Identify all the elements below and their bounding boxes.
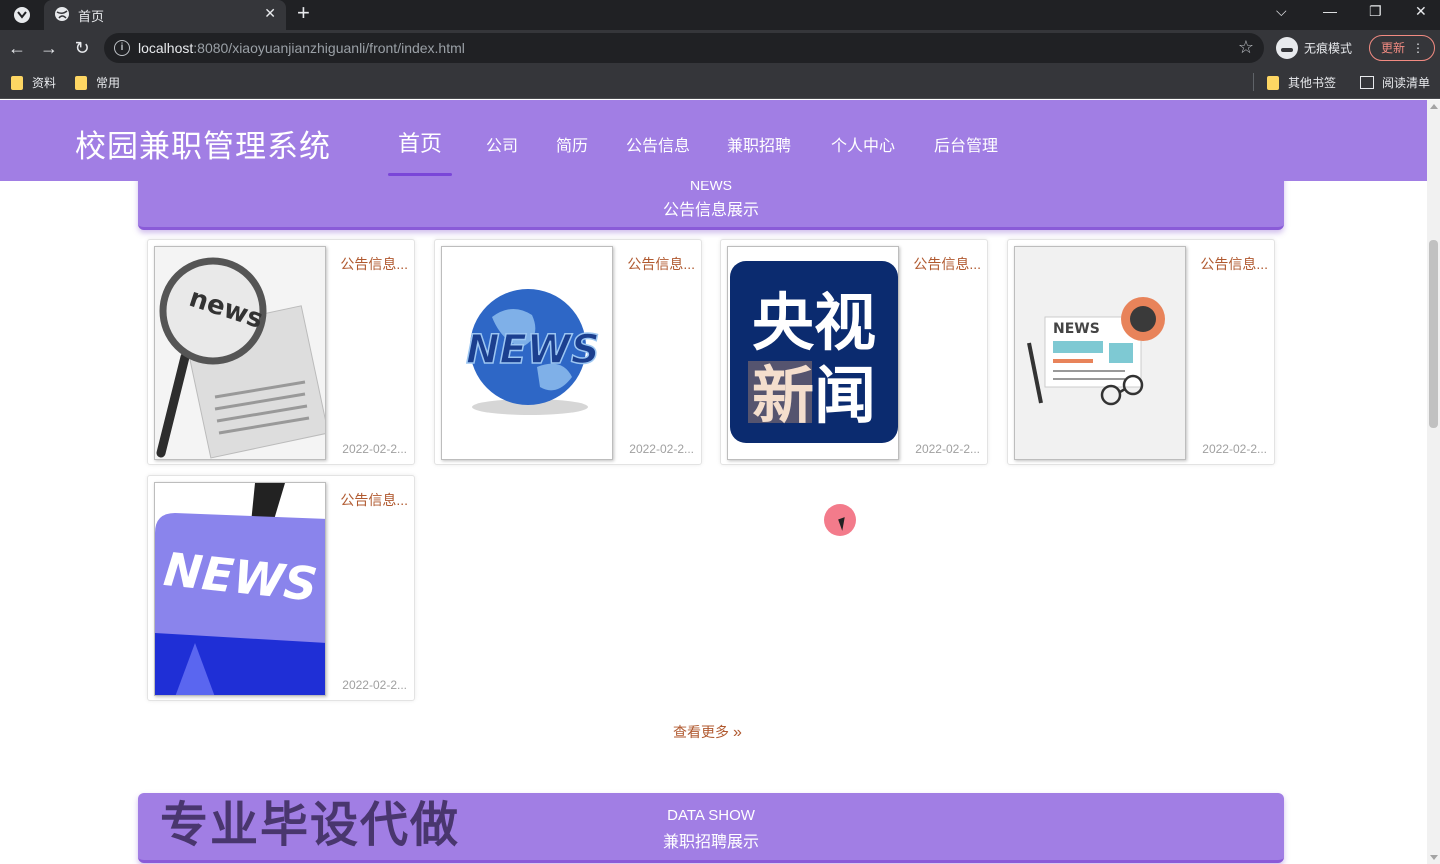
nav-admin[interactable]: 后台管理 [934, 132, 998, 156]
scroll-down-arrow-icon[interactable] [1430, 855, 1438, 860]
card-date: 2022-02-2... [342, 678, 407, 692]
close-window-button[interactable]: ✕ [1415, 3, 1427, 20]
nav-jobs[interactable]: 兼职招聘 [727, 132, 791, 156]
folder-icon [11, 75, 23, 90]
data-section-en-title: DATA SHOW [667, 807, 755, 824]
browser-tabbar: 首页 ✕ + ⌵ — ❐ ✕ [0, 0, 1440, 30]
view-more-link[interactable]: 查看更多» [673, 722, 742, 742]
restore-button[interactable]: ❐ [1369, 3, 1382, 20]
globe-favicon-icon [55, 7, 69, 21]
news-card[interactable]: news 公告信息... 2022-02-2... [147, 239, 415, 465]
card-date: 2022-02-2... [629, 442, 694, 456]
incognito-icon [1276, 37, 1298, 59]
data-section-banner: 专业毕设代做 DATA SHOW 兼职招聘展示 [138, 793, 1284, 863]
reading-list-icon [1360, 76, 1374, 89]
svg-text:NEWS: NEWS [1053, 321, 1100, 337]
scroll-up-arrow-icon[interactable] [1430, 104, 1438, 109]
card-label: 公告信息... [340, 256, 408, 272]
data-section-cn-title: 兼职招聘展示 [662, 834, 759, 851]
url-text: localhost:8080/xiaoyuanjianzhiguanli/fro… [138, 40, 465, 56]
bookmarks-divider [1253, 73, 1254, 91]
tab-search-icon[interactable] [12, 5, 32, 25]
bookmark-star-icon[interactable]: ☆ [1238, 37, 1254, 58]
card-date: 2022-02-2... [1202, 442, 1267, 456]
card-label: 公告信息... [340, 492, 408, 508]
active-nav-underline [388, 173, 452, 176]
tab-list-chevron-icon[interactable]: ⌵ [1276, 3, 1287, 20]
bookmark-folder-changyong[interactable]: 常用 [75, 74, 120, 91]
reload-button[interactable]: ↻ [70, 36, 94, 60]
card-date: 2022-02-2... [915, 442, 980, 456]
nav-home[interactable]: 首页 [398, 126, 442, 158]
cctv-news-logo[interactable]: 央视 新闻 [727, 246, 899, 460]
other-bookmarks[interactable]: 其他书签 [1267, 74, 1336, 91]
globe-news-icon[interactable]: NEWS [441, 246, 613, 460]
site-header: 校园兼职管理系统 首页 公司 简历 公告信息 兼职招聘 个人中心 后台管理 [0, 100, 1427, 181]
nav-announcements[interactable]: 公告信息 [626, 132, 690, 156]
folder-icon [75, 75, 87, 90]
nav-personal-center[interactable]: 个人中心 [831, 132, 895, 156]
browser-toolbar: ← → ↻ i localhost:8080/xiaoyuanjianzhigu… [0, 30, 1440, 66]
nav-resume[interactable]: 简历 [556, 132, 588, 156]
newspaper-glasses-icon[interactable]: NEWS [1014, 246, 1186, 460]
scrollbar-thumb[interactable] [1429, 240, 1438, 428]
update-button[interactable]: 更新 ⋮ [1369, 35, 1435, 61]
back-button[interactable]: ← [5, 36, 29, 60]
bookmarks-bar: 资料 常用 其他书签 阅读清单 [0, 66, 1440, 99]
news-card[interactable]: 央视 新闻 公告信息... 2022-02-2... [720, 239, 988, 465]
card-label: 公告信息... [913, 256, 981, 272]
page-scrollbar[interactable] [1427, 100, 1440, 864]
news-section-cn-title: 公告信息展示 [662, 202, 759, 219]
site-info-icon[interactable]: i [114, 40, 130, 56]
new-tab-button[interactable]: + [297, 2, 310, 24]
bookmark-folder-ziliao[interactable]: 资料 [11, 74, 56, 91]
tab-close-icon[interactable]: ✕ [264, 5, 276, 22]
news-card[interactable]: NEWS 公告信息... 2022-02-2... [434, 239, 702, 465]
minimize-button[interactable]: — [1323, 3, 1337, 19]
site-title: 校园兼职管理系统 [75, 129, 331, 164]
address-bar[interactable]: i localhost:8080/xiaoyuanjianzhiguanli/f… [104, 33, 1264, 63]
card-date: 2022-02-2... [342, 442, 407, 456]
tab-title: 首页 [78, 9, 105, 24]
reading-list[interactable]: 阅读清单 [1360, 74, 1430, 91]
news-key-icon[interactable]: NEWS [154, 482, 326, 696]
incognito-indicator[interactable]: 无痕模式 [1276, 37, 1352, 61]
double-chevron-right-icon: » [733, 724, 742, 741]
svg-text:央视: 央视 [752, 286, 876, 359]
folder-icon [1267, 75, 1279, 90]
news-card[interactable]: NEWS 公告信息... 2022-02-2... [147, 475, 415, 701]
card-label: 公告信息... [627, 256, 695, 272]
page-viewport: NEWS 公告信息展示 校园兼职管理系统 首页 公司 简历 公告信息 兼职招聘 … [0, 100, 1427, 864]
nav-company[interactable]: 公司 [486, 132, 518, 156]
browser-tab[interactable]: 首页 ✕ [44, 0, 286, 30]
news-card[interactable]: NEWS 公告信息... 2022-02-2... [1007, 239, 1275, 465]
forward-button[interactable]: → [37, 36, 61, 60]
card-label: 公告信息... [1200, 256, 1268, 272]
menu-dots-icon[interactable]: ⋮ [1412, 36, 1424, 60]
magnifier-news-icon[interactable]: news [154, 246, 326, 460]
svg-text:NEWS: NEWS [466, 327, 600, 373]
